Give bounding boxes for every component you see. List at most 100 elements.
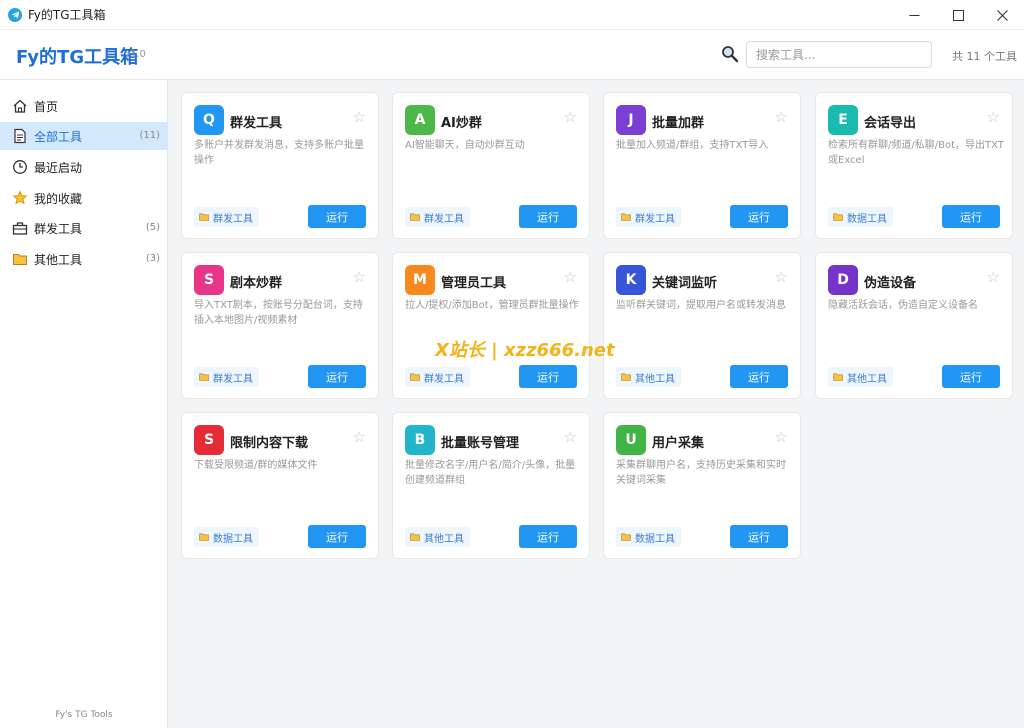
favorite-star-icon[interactable]: ☆ <box>353 110 366 125</box>
sidebar-item-count: (11) <box>139 130 160 141</box>
tool-card-keyword-monitor[interactable]: K 关键词监听 ☆ 监听群关键词，提取用户名或转发消息 其他工具 运行 <box>603 252 801 399</box>
category-tag: 数据工具 <box>616 527 681 547</box>
favorite-star-icon[interactable]: ☆ <box>353 430 366 445</box>
favorite-star-icon[interactable]: ☆ <box>775 110 788 125</box>
sidebar-item-label: 群发工具 <box>34 222 83 236</box>
run-button[interactable]: 运行 <box>308 365 366 388</box>
favorite-star-icon[interactable]: ☆ <box>987 270 1000 285</box>
tool-description: 导入TXT剧本，按账号分配台词，支持插入本地图片/视频素材 <box>194 300 363 326</box>
home-icon <box>13 99 27 113</box>
folder-icon <box>199 213 209 221</box>
category-tag-label: 群发工具 <box>424 213 464 225</box>
sidebar: 首页 全部工具 (11) 最近启动 我的收藏 群发工具 (5) 其他工具 (3)… <box>0 80 168 728</box>
category-tag: 群发工具 <box>616 207 681 227</box>
maximize-button[interactable] <box>936 0 980 30</box>
tool-badge: D <box>828 265 858 295</box>
category-tag: 群发工具 <box>405 207 470 227</box>
category-tag: 群发工具 <box>194 207 259 227</box>
favorite-star-icon[interactable]: ☆ <box>564 270 577 285</box>
tool-card-batch-join[interactable]: J 批量加群 ☆ 批量加入频道/群组，支持TXT导入 群发工具 运行 <box>603 92 801 239</box>
run-button[interactable]: 运行 <box>730 525 788 548</box>
run-button[interactable]: 运行 <box>308 205 366 228</box>
folder-icon <box>621 213 631 221</box>
maximize-icon <box>952 9 964 21</box>
sidebar-item-home[interactable]: 首页 <box>0 92 168 120</box>
sidebar-item-label: 我的收藏 <box>34 192 83 206</box>
tool-title: 关键词监听 <box>652 276 718 291</box>
sidebar-item-favorites[interactable]: 我的收藏 <box>0 184 168 212</box>
tool-title: 群发工具 <box>230 116 283 131</box>
tool-title: 管理员工具 <box>441 276 507 291</box>
folder-icon <box>410 213 420 221</box>
app-title: Fy的TG工具箱 <box>16 47 139 68</box>
run-button[interactable]: 运行 <box>519 525 577 548</box>
category-tag-label: 数据工具 <box>213 533 253 545</box>
tool-title: 批量加群 <box>652 116 705 131</box>
minimize-button[interactable] <box>892 0 936 30</box>
tool-description: 采集群聊用户名，支持历史采集和实时关键词采集 <box>616 460 786 486</box>
tool-title: 批量账号管理 <box>441 436 520 451</box>
watermark-text: X站长 | xzz666.net <box>435 340 615 361</box>
tool-badge: A <box>405 105 435 135</box>
favorite-star-icon[interactable]: ☆ <box>564 110 577 125</box>
tool-badge: S <box>194 265 224 295</box>
toolbox-icon <box>12 222 28 235</box>
run-button[interactable]: 运行 <box>730 365 788 388</box>
folder-icon <box>410 533 420 541</box>
favorite-star-icon[interactable]: ☆ <box>775 270 788 285</box>
tool-card-session-export[interactable]: E 会话导出 ☆ 检索所有群聊/频道/私聊/Bot，导出TXT或Excel 数据… <box>815 92 1013 239</box>
run-button[interactable]: 运行 <box>519 365 577 388</box>
sidebar-item-broadcast-tools[interactable]: 群发工具 (5) <box>0 214 168 242</box>
category-tag-label: 数据工具 <box>635 533 675 545</box>
run-button[interactable]: 运行 <box>308 525 366 548</box>
category-tag: 其他工具 <box>405 527 470 547</box>
tool-title: 用户采集 <box>652 436 705 451</box>
folder-icon <box>199 533 209 541</box>
close-icon <box>996 9 1008 21</box>
run-button[interactable]: 运行 <box>942 205 1000 228</box>
category-tag: 群发工具 <box>405 367 470 387</box>
favorite-star-icon[interactable]: ☆ <box>775 430 788 445</box>
close-button[interactable] <box>980 0 1024 30</box>
search-icon[interactable] <box>721 45 739 63</box>
run-button[interactable]: 运行 <box>519 205 577 228</box>
favorite-star-icon[interactable]: ☆ <box>987 110 1000 125</box>
search-input[interactable] <box>746 41 932 68</box>
tool-card-restricted-download[interactable]: S 限制内容下载 ☆ 下载受限频道/群的媒体文件 数据工具 运行 <box>181 412 379 559</box>
category-tag: 其他工具 <box>828 367 893 387</box>
category-tag-label: 数据工具 <box>847 213 887 225</box>
clock-icon <box>13 160 27 174</box>
tool-card-ai-chat[interactable]: A AI炒群 ☆ AI智能聊天，自动炒群互动 群发工具 运行 <box>392 92 590 239</box>
tool-description: 批量加入频道/群组，支持TXT导入 <box>616 140 769 151</box>
tool-card-user-scrape[interactable]: U 用户采集 ☆ 采集群聊用户名，支持历史采集和实时关键词采集 数据工具 运行 <box>603 412 801 559</box>
tool-description: AI智能聊天，自动炒群互动 <box>405 140 525 151</box>
tool-description: 批量修改名字/用户名/简介/头像，批量创建频道群组 <box>405 460 576 486</box>
tool-badge: M <box>405 265 435 295</box>
category-tag: 其他工具 <box>616 367 681 387</box>
sidebar-item-label: 首页 <box>34 100 59 114</box>
favorite-star-icon[interactable]: ☆ <box>564 430 577 445</box>
favorite-star-icon[interactable]: ☆ <box>353 270 366 285</box>
category-tag-label: 群发工具 <box>635 213 675 225</box>
sidebar-item-other-tools[interactable]: 其他工具 (3) <box>0 245 168 273</box>
tool-card-broadcast[interactable]: Q 群发工具 ☆ 多账户并发群发消息，支持多账户批量操作 群发工具 运行 <box>181 92 379 239</box>
tool-badge: B <box>405 425 435 455</box>
tool-card-batch-account[interactable]: B 批量账号管理 ☆ 批量修改名字/用户名/简介/头像，批量创建频道群组 其他工… <box>392 412 590 559</box>
category-tag: 群发工具 <box>194 367 259 387</box>
folder-icon <box>833 373 843 381</box>
sidebar-item-all-tools[interactable]: 全部工具 (11) <box>0 122 168 150</box>
run-button[interactable]: 运行 <box>730 205 788 228</box>
star-icon <box>12 190 28 205</box>
folder-icon <box>621 533 631 541</box>
tool-card-fake-device[interactable]: D 伪造设备 ☆ 隐藏活跃会话，伪造自定义设备名 其他工具 运行 <box>815 252 1013 399</box>
category-tag-label: 其他工具 <box>635 373 675 385</box>
run-button[interactable]: 运行 <box>942 365 1000 388</box>
tool-badge: K <box>616 265 646 295</box>
sidebar-item-recent[interactable]: 最近启动 <box>0 153 168 181</box>
app-version: v1.0 <box>124 49 146 60</box>
category-tag: 数据工具 <box>828 207 893 227</box>
tool-card-script-chat[interactable]: S 剧本炒群 ☆ 导入TXT剧本，按账号分配台词，支持插入本地图片/视频素材 群… <box>181 252 379 399</box>
folder-icon <box>833 213 843 221</box>
tool-card-admin-tools[interactable]: M 管理员工具 ☆ 拉人/提权/添加Bot，管理员群批量操作 群发工具 运行 <box>392 252 590 399</box>
tool-badge: E <box>828 105 858 135</box>
